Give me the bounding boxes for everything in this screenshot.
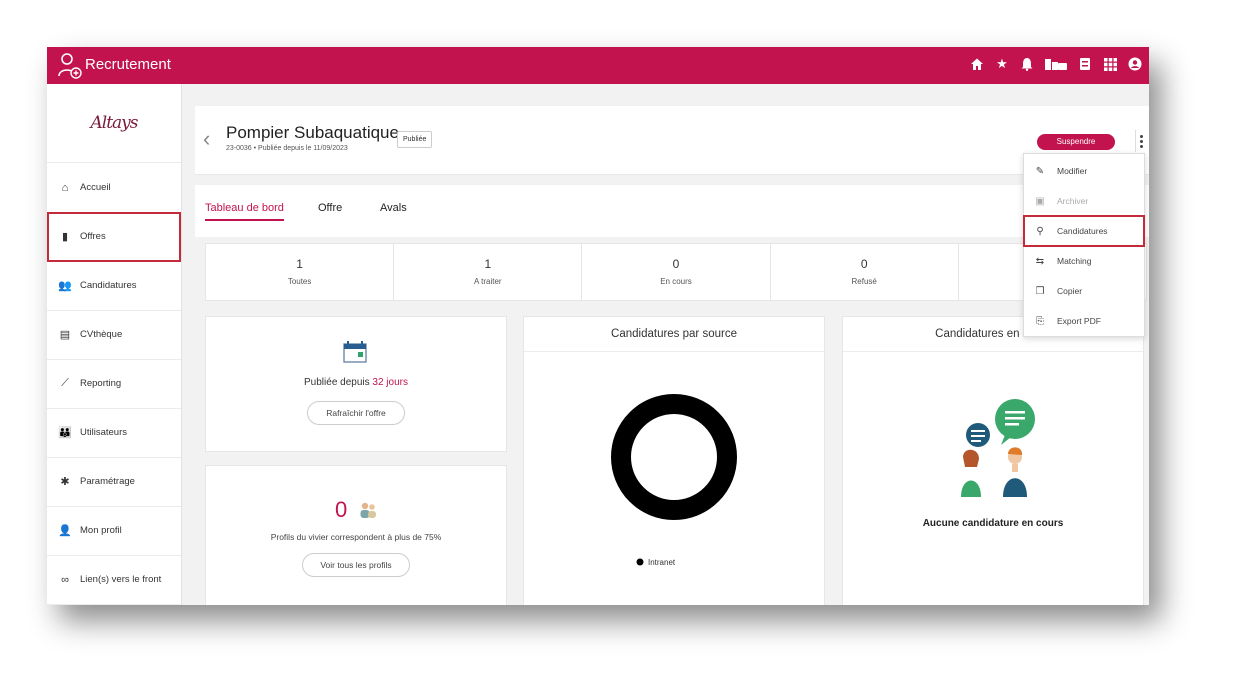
offer-header: ‹ Pompier Subaquatique 23-0036 • Publiée… bbox=[195, 106, 1149, 175]
donut-slice-intranet bbox=[611, 394, 737, 520]
sidebar-item-label: Paramétrage bbox=[80, 476, 135, 487]
sidebar-item-reporting[interactable]: ⟋ Reporting bbox=[47, 359, 181, 409]
star-icon[interactable]: ★ bbox=[994, 56, 1010, 72]
chevron-left-icon[interactable]: ‹ bbox=[203, 126, 210, 152]
source-donut-chart: Intranet bbox=[611, 394, 737, 567]
published-days: 32 jours bbox=[372, 377, 408, 388]
sidebar-item-candidatures[interactable]: 👥 Candidatures bbox=[47, 261, 181, 311]
sidebar-item-label: CVthèque bbox=[80, 329, 123, 340]
file-icon: ▤ bbox=[59, 329, 71, 341]
sidebar-item-liens-front[interactable]: ∞ Lien(s) vers le front bbox=[47, 555, 181, 605]
refresh-offer-button[interactable]: Rafraîchir l'offre bbox=[307, 401, 405, 425]
users-count-icon[interactable] bbox=[1044, 56, 1068, 72]
gear-icon: ✱ bbox=[60, 476, 70, 488]
sidebar-item-offres[interactable]: ▮ Offres bbox=[47, 212, 181, 262]
menu-item-copier[interactable]: ❐ Copier bbox=[1024, 276, 1144, 306]
sidebar-item-mon-profil[interactable]: 👤 Mon profil bbox=[47, 506, 181, 556]
link-icon: ∞ bbox=[61, 573, 69, 586]
sidebar-item-label: Offres bbox=[80, 231, 106, 242]
home-icon: ⌂ bbox=[61, 181, 69, 194]
chart-icon: ⟋ bbox=[61, 377, 69, 389]
status-badge: Publiée bbox=[397, 131, 433, 148]
pdf-icon: ⎘ bbox=[1036, 315, 1044, 327]
group-icon: 👪 bbox=[58, 427, 72, 439]
stat-en-cours[interactable]: 0 En cours bbox=[582, 244, 771, 300]
menu-item-archiver[interactable]: ▣ Archiver bbox=[1024, 186, 1144, 216]
published-since-text: Publiée depuis 32 jours bbox=[304, 377, 408, 388]
profiles-description: Profils du vivier correspondent à plus d… bbox=[270, 532, 442, 542]
legend-label: Intranet bbox=[648, 558, 676, 567]
stat-toutes[interactable]: 1 Toutes bbox=[206, 244, 395, 300]
sidebar-item-cvtheque[interactable]: ▤ CVthèque bbox=[47, 310, 181, 360]
sidebar: Altays ⌂ Accueil ▮ Offres 👥 Candidatures… bbox=[47, 84, 182, 605]
company-logo: Altays bbox=[47, 84, 181, 163]
view-all-profiles-button[interactable]: Voir tous les profils bbox=[302, 553, 410, 577]
tab-avals[interactable]: Avals bbox=[380, 202, 407, 214]
menu-item-matching[interactable]: ⇆ Matching bbox=[1024, 246, 1144, 276]
candidates-icon: ⚲ bbox=[1036, 225, 1044, 237]
matching-icon: ⇆ bbox=[1035, 255, 1045, 267]
clipboard-icon[interactable] bbox=[1077, 56, 1093, 72]
sidebar-item-label: Candidatures bbox=[80, 280, 137, 291]
menu-item-export-pdf[interactable]: ⎘ Export PDF bbox=[1024, 306, 1144, 336]
sidebar-item-label: Reporting bbox=[80, 378, 122, 389]
conversation-illustration bbox=[961, 399, 1035, 497]
profiles-card: 0 Profils du vivier correspondent à plus… bbox=[205, 465, 507, 605]
person-icon: 👤 bbox=[58, 525, 72, 537]
stats-row: 1 Toutes 1 A traiter 0 En cours 0 Refusé bbox=[205, 243, 1147, 301]
top-icon-bar: ★ bbox=[969, 56, 1143, 72]
more-options-icon[interactable] bbox=[1135, 130, 1146, 152]
users-icon: 👥 bbox=[58, 280, 72, 292]
home-icon[interactable] bbox=[969, 56, 985, 72]
suspend-button[interactable]: Suspendre bbox=[1037, 134, 1115, 150]
publish-card: Publiée depuis 32 jours Rafraîchir l'off… bbox=[205, 316, 507, 452]
legend-marker bbox=[636, 558, 644, 566]
menu-item-candidatures[interactable]: ⚲ Candidatures bbox=[1023, 215, 1145, 247]
documents-icon: ▮ bbox=[61, 231, 69, 243]
menu-item-modifier[interactable]: ✎ Modifier bbox=[1024, 156, 1144, 186]
archive-icon: ▣ bbox=[1035, 195, 1045, 207]
tabs-bar: Tableau de bord Offre Avals bbox=[195, 185, 1149, 237]
top-bar: Recrutement ★ bbox=[47, 47, 1149, 84]
app-window: Recrutement ★ Altays ⌂ Accueil ▮ Offres … bbox=[47, 47, 1149, 605]
sidebar-item-label: Lien(s) vers le front bbox=[80, 574, 162, 585]
copy-icon: ❐ bbox=[1035, 285, 1045, 297]
sidebar-item-accueil[interactable]: ⌂ Accueil bbox=[47, 163, 181, 213]
account-icon[interactable] bbox=[1127, 56, 1143, 72]
recruitment-logo-icon bbox=[58, 53, 82, 79]
stat-a-traiter[interactable]: 1 A traiter bbox=[394, 244, 583, 300]
profiles-icon bbox=[360, 502, 376, 518]
sidebar-item-label: Accueil bbox=[80, 182, 111, 193]
card-title: Candidatures par source bbox=[524, 317, 824, 352]
offer-subtitle: 23-0036 • Publiée depuis le 11/09/2023 bbox=[226, 145, 348, 152]
app-title: Recrutement bbox=[85, 56, 171, 73]
no-candidates-text: Aucune candidature en cours bbox=[922, 518, 1064, 529]
stat-refuse[interactable]: 0 Refusé bbox=[771, 244, 959, 300]
tab-tableau-de-bord[interactable]: Tableau de bord bbox=[205, 202, 284, 221]
edit-icon: ✎ bbox=[1035, 165, 1045, 177]
calendar-icon bbox=[343, 341, 367, 363]
actions-dropdown-menu: ✎ Modifier ▣ Archiver ⚲ Candidatures ⇆ M… bbox=[1023, 153, 1145, 337]
apps-grid-icon[interactable] bbox=[1102, 56, 1118, 72]
page-title: Pompier Subaquatique bbox=[226, 123, 399, 142]
bell-icon[interactable] bbox=[1019, 56, 1035, 72]
sidebar-item-parametrage[interactable]: ✱ Paramétrage bbox=[47, 457, 181, 507]
tab-offre[interactable]: Offre bbox=[318, 202, 342, 214]
sidebar-item-label: Mon profil bbox=[80, 525, 122, 536]
sidebar-item-label: Utilisateurs bbox=[80, 427, 127, 438]
encours-card: Candidatures en cours Aucune candidature… bbox=[842, 316, 1144, 605]
sidebar-item-utilisateurs[interactable]: 👪 Utilisateurs bbox=[47, 408, 181, 458]
matching-profiles-count: 0 bbox=[335, 497, 348, 522]
source-chart-card: Candidatures par source Intranet bbox=[523, 316, 825, 605]
